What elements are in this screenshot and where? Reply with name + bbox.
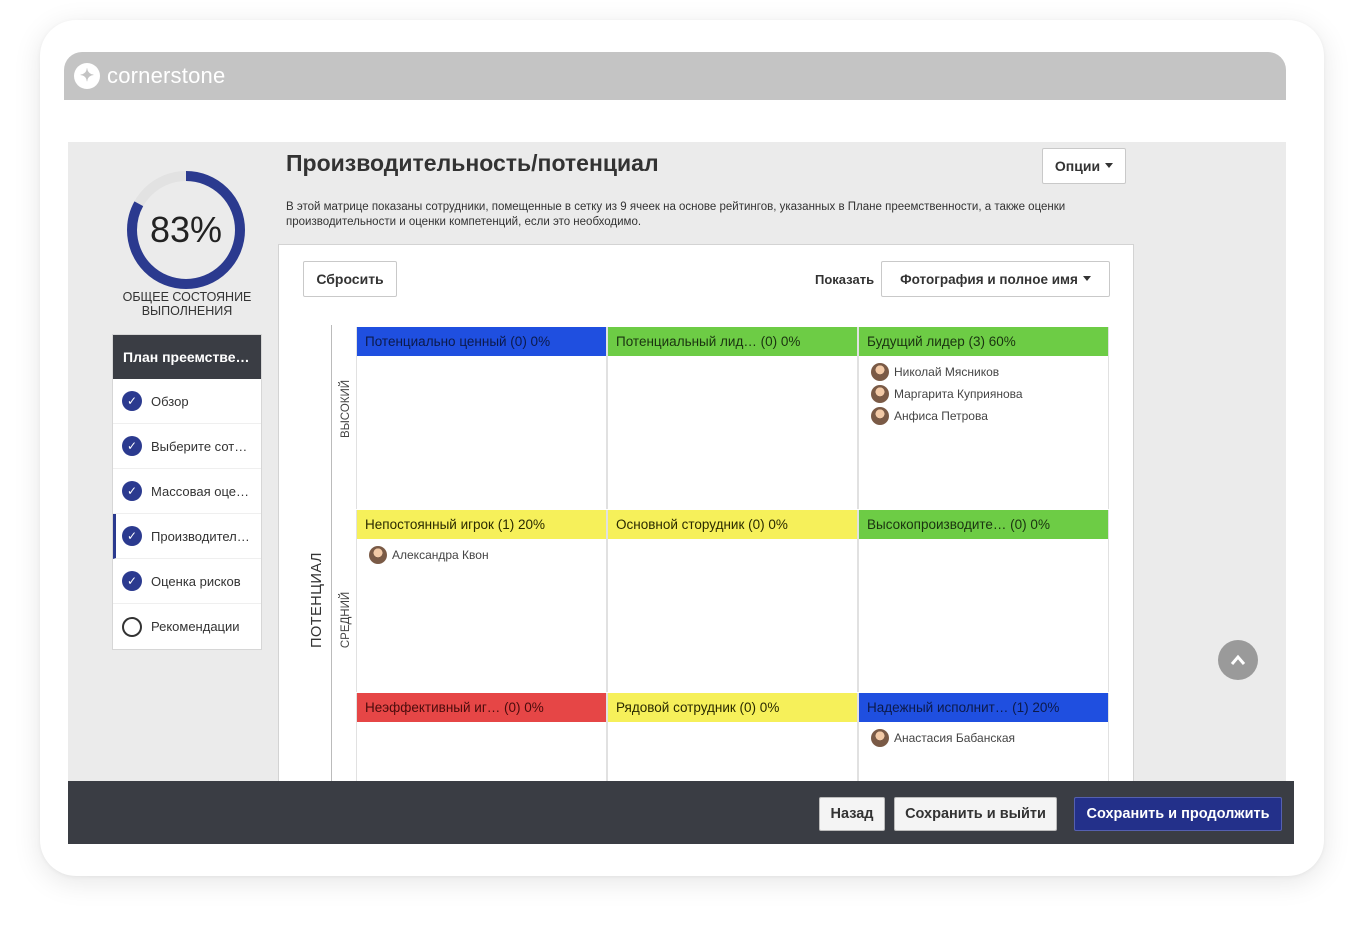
grid-cell-title: Потенциальный лид… (0) 0%	[608, 327, 857, 356]
employee-name: Николай Мясников	[894, 365, 1000, 379]
nine-box-grid: Потенциально ценный (0) 0% Потенциальный …	[356, 327, 1110, 782]
display-mode-select[interactable]: Фотография и полное имя	[881, 261, 1110, 297]
progress-value: 83%	[149, 209, 223, 250]
back-button[interactable]: Назад	[819, 797, 885, 831]
grid-cell[interactable]: Непостоянный игрок (1) 20% Александра Кво…	[356, 510, 607, 692]
step-select-employees[interactable]: ✓ Выберите сот…	[113, 424, 261, 469]
window-edge	[1286, 142, 1294, 844]
grid-cell[interactable]: Неэффективный иг… (0) 0%	[356, 693, 607, 782]
action-bar: Назад Сохранить и выйти Сохранить и прод…	[68, 781, 1294, 844]
scroll-to-top-button[interactable]	[1218, 640, 1258, 680]
employee-entry[interactable]: Маргарита Куприянова	[871, 385, 1108, 403]
grid-cell-title: Рядовой сотрудник (0) 0%	[608, 693, 857, 722]
employee-entry[interactable]: Анфиса Петрова	[871, 407, 1108, 425]
check-circle-icon: ✓	[122, 571, 142, 591]
grid-cell[interactable]: Потенциальный лид… (0) 0%	[607, 327, 858, 509]
save-and-exit-button[interactable]: Сохранить и выйти	[894, 797, 1057, 831]
employee-name: Маргарита Куприянова	[894, 387, 1023, 401]
brand-name: cornerstone	[107, 63, 226, 88]
display-mode-value: Фотография и полное имя	[900, 271, 1078, 287]
employee-name: Александра Квон	[392, 548, 489, 562]
employee-entry[interactable]: Александра Квон	[369, 546, 606, 564]
employee-name: Анастасия Бабанская	[894, 731, 1016, 745]
page-title: Производительность/потенциал	[286, 150, 659, 176]
progress-ring: 83%	[124, 168, 248, 292]
step-label: Обзор	[151, 393, 189, 409]
axis-title-text: Потенциал	[309, 552, 326, 648]
step-mass-rating[interactable]: ✓ Массовая оце…	[113, 469, 261, 514]
page-description: В этой матрице показаны сотрудники, поме…	[286, 201, 1066, 228]
step-risk-assessment[interactable]: ✓ Оценка рисков	[113, 559, 261, 604]
step-overview[interactable]: ✓ Обзор	[113, 379, 261, 424]
axis-title-potential: Потенциал	[307, 545, 327, 655]
grid-cell-title: Надежный исполнит… (1) 20%	[859, 693, 1108, 722]
step-label: Производител…	[151, 528, 250, 544]
main-content: 83% Общее состояние выполнения План прее…	[68, 142, 1294, 782]
step-label: Оценка рисков	[151, 573, 241, 589]
step-label: Массовая оце…	[151, 483, 249, 499]
row-label-text: Высокий	[340, 379, 352, 439]
caret-down-icon	[1105, 162, 1114, 168]
cornerstone-logo-icon: ✦	[74, 63, 100, 89]
grid-cell[interactable]: Надежный исполнит… (1) 20% Анастасия Баба…	[858, 693, 1109, 782]
options-button[interactable]: Опции	[1042, 148, 1126, 184]
grid-cell-title: Высокопроизводите… (0) 0%	[859, 510, 1108, 539]
grid-cell-title: Потенциально ценный (0) 0%	[357, 327, 606, 356]
empty-circle-icon	[122, 616, 142, 637]
step-label: Рекомендации	[151, 619, 240, 634]
grid-cell[interactable]: Основной сторудник (0) 0%	[607, 510, 858, 692]
grid-cell[interactable]: Высокопроизводите… (0) 0%	[858, 510, 1109, 692]
grid-cell-title: Неэффективный иг… (0) 0%	[357, 693, 606, 722]
avatar	[369, 546, 387, 564]
row-label-medium: Средний	[337, 540, 355, 700]
grid-cell-title: Основной сторудник (0) 0%	[608, 510, 857, 539]
employee-name: Анфиса Петрова	[894, 409, 988, 423]
steps-header: План преемстве…	[113, 335, 261, 379]
save-and-continue-button[interactable]: Сохранить и продолжить	[1074, 797, 1282, 831]
check-circle-icon: ✓	[122, 526, 142, 546]
options-label: Опции	[1054, 158, 1101, 174]
check-circle-icon: ✓	[122, 436, 142, 456]
check-circle-icon: ✓	[122, 391, 142, 411]
step-recommendations[interactable]: Рекомендации	[113, 604, 261, 649]
caret-down-icon	[1082, 275, 1091, 281]
employee-entry[interactable]: Анастасия Бабанская	[871, 729, 1108, 747]
grid-cell-title: Будущий лидер (3) 60%	[859, 327, 1108, 356]
matrix-panel: Сбросить Показать Фотография и полное им…	[278, 244, 1134, 782]
axis-line	[331, 325, 332, 782]
grid-cell[interactable]: Потенциально ценный (0) 0%	[356, 327, 607, 509]
row-label-high: Высокий	[337, 329, 355, 489]
avatar	[871, 729, 889, 747]
progress-caption: Общее состояние выполнения	[122, 290, 252, 318]
grid-cell[interactable]: Рядовой сотрудник (0) 0%	[607, 693, 858, 782]
grid-cell-title: Непостоянный игрок (1) 20%	[357, 510, 606, 539]
title-bar: ✦ cornerstone	[64, 52, 1286, 100]
chevron-up-icon	[1230, 654, 1246, 665]
step-performance[interactable]: ✓ Производител…	[113, 514, 261, 559]
avatar	[871, 407, 889, 425]
step-label: Выберите сот…	[151, 438, 248, 454]
steps-nav: План преемстве… ✓ Обзор ✓ Выберите сот… …	[112, 334, 262, 650]
avatar	[871, 363, 889, 381]
grid-cell[interactable]: Будущий лидер (3) 60% Николай Мясников Мар…	[858, 327, 1109, 509]
row-label-text: Средний	[340, 591, 352, 649]
avatar	[871, 385, 889, 403]
check-circle-icon: ✓	[122, 481, 142, 501]
employee-entry[interactable]: Николай Мясников	[871, 363, 1108, 381]
reset-button[interactable]: Сбросить	[303, 261, 397, 297]
show-label: Показать	[815, 272, 875, 287]
